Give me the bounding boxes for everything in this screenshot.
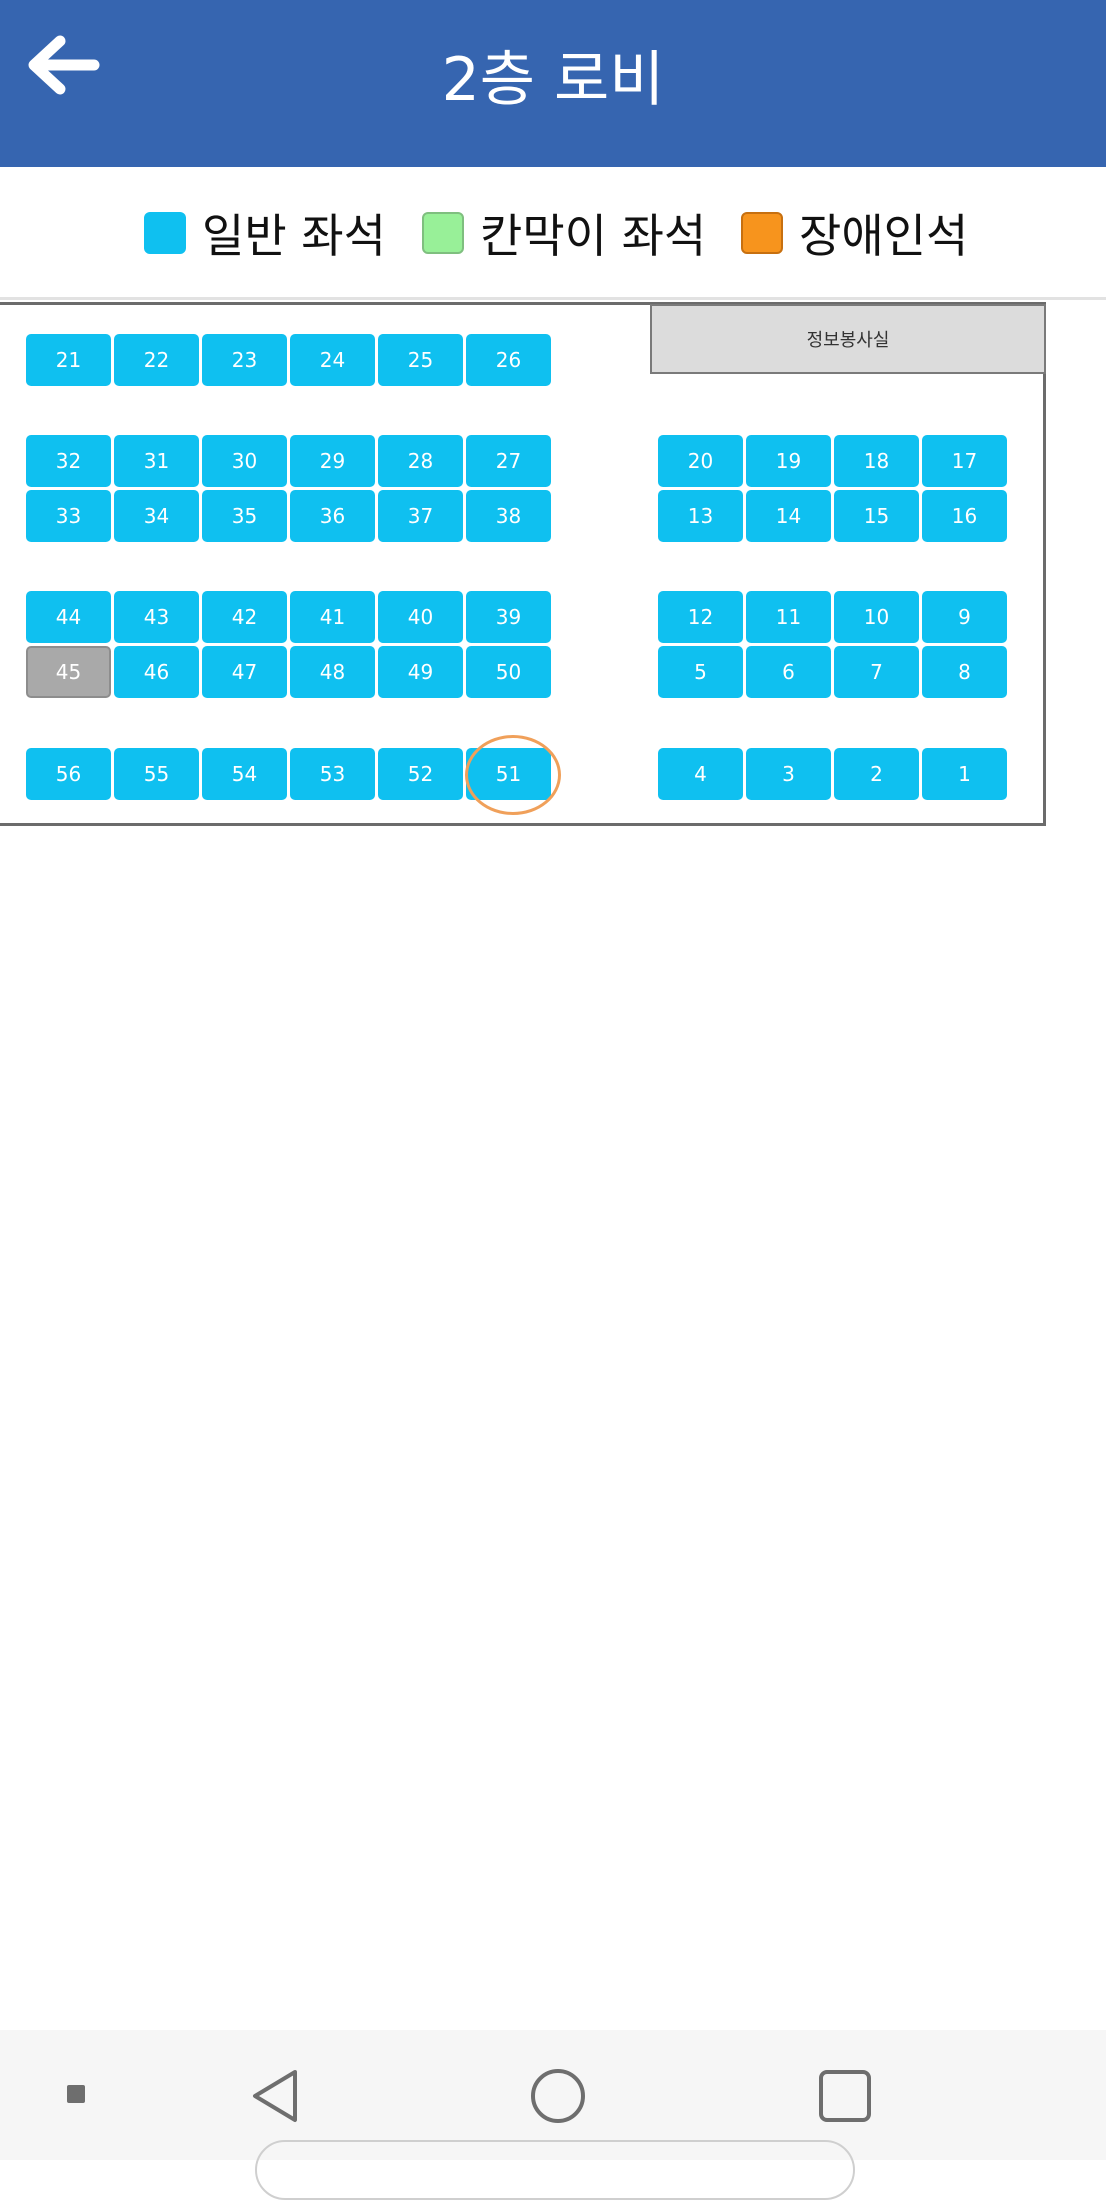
seat-12[interactable]: 12 [658, 591, 743, 643]
nav-back-button[interactable] [240, 2066, 310, 2126]
seat-legend: 일반 좌석 칸막이 좌석 장애인석 [0, 167, 1106, 297]
seat-53[interactable]: 53 [290, 748, 375, 800]
seat-55[interactable]: 55 [114, 748, 199, 800]
seat-13[interactable]: 13 [658, 490, 743, 542]
seat-33[interactable]: 33 [26, 490, 111, 542]
seat-36[interactable]: 36 [290, 490, 375, 542]
seat-24[interactable]: 24 [290, 334, 375, 386]
seat-4[interactable]: 4 [658, 748, 743, 800]
seat-16[interactable]: 16 [922, 490, 1007, 542]
menu-dot-button[interactable] [56, 2074, 96, 2114]
seat-45[interactable]: 45 [26, 646, 111, 698]
seat-46[interactable]: 46 [114, 646, 199, 698]
seat-30[interactable]: 30 [202, 435, 287, 487]
seat-7[interactable]: 7 [834, 646, 919, 698]
seat-27[interactable]: 27 [466, 435, 551, 487]
seat-25[interactable]: 25 [378, 334, 463, 386]
seat-29[interactable]: 29 [290, 435, 375, 487]
legend-partition-seat: 칸막이 좌석 [422, 205, 706, 263]
seat-32[interactable]: 32 [26, 435, 111, 487]
menu-dot-icon [67, 2085, 85, 2103]
legend-general-seat: 일반 좌석 [144, 205, 386, 263]
accessible-seat-swatch [741, 212, 783, 254]
seat-41[interactable]: 41 [290, 591, 375, 643]
divider [0, 297, 1106, 300]
seat-6[interactable]: 6 [746, 646, 831, 698]
room-label: 정보봉사실 [806, 330, 890, 351]
seat-10[interactable]: 10 [834, 591, 919, 643]
seat-17[interactable]: 17 [922, 435, 1007, 487]
seat-18[interactable]: 18 [834, 435, 919, 487]
legend-label: 일반 좌석 [202, 209, 386, 263]
partition-seat-swatch [422, 212, 464, 254]
seat-50[interactable]: 50 [466, 646, 551, 698]
seat-42[interactable]: 42 [202, 591, 287, 643]
gesture-handle [255, 2140, 855, 2200]
home-circle-icon [531, 2069, 585, 2123]
seat-43[interactable]: 43 [114, 591, 199, 643]
seat-22[interactable]: 22 [114, 334, 199, 386]
seat-51[interactable]: 51 [466, 748, 551, 800]
seat-49[interactable]: 49 [378, 646, 463, 698]
seat-37[interactable]: 37 [378, 490, 463, 542]
seat-9[interactable]: 9 [922, 591, 1007, 643]
seat-40[interactable]: 40 [378, 591, 463, 643]
legend-label: 칸막이 좌석 [480, 209, 707, 263]
seat-31[interactable]: 31 [114, 435, 199, 487]
back-triangle-icon [253, 2070, 297, 2122]
seat-34[interactable]: 34 [114, 490, 199, 542]
seat-56[interactable]: 56 [26, 748, 111, 800]
seat-11[interactable]: 11 [746, 591, 831, 643]
general-seat-swatch [144, 212, 186, 254]
seat-14[interactable]: 14 [746, 490, 831, 542]
arrow-left-icon [28, 35, 100, 95]
seat-20[interactable]: 20 [658, 435, 743, 487]
seat-1[interactable]: 1 [922, 748, 1007, 800]
nav-recents-button[interactable] [812, 2066, 878, 2126]
seat-26[interactable]: 26 [466, 334, 551, 386]
seat-3[interactable]: 3 [746, 748, 831, 800]
seat-48[interactable]: 48 [290, 646, 375, 698]
seat-2[interactable]: 2 [834, 748, 919, 800]
back-button[interactable] [24, 30, 104, 100]
seat-19[interactable]: 19 [746, 435, 831, 487]
seat-44[interactable]: 44 [26, 591, 111, 643]
seat-52[interactable]: 52 [378, 748, 463, 800]
nav-home-button[interactable] [525, 2066, 591, 2126]
seat-54[interactable]: 54 [202, 748, 287, 800]
seat-23[interactable]: 23 [202, 334, 287, 386]
info-service-room: 정보봉사실 [650, 304, 1046, 374]
seat-8[interactable]: 8 [922, 646, 1007, 698]
seat-21[interactable]: 21 [26, 334, 111, 386]
seat-38[interactable]: 38 [466, 490, 551, 542]
legend-label: 장애인석 [799, 209, 969, 263]
seat-35[interactable]: 35 [202, 490, 287, 542]
page-title: 2층 로비 [441, 45, 665, 115]
seat-15[interactable]: 15 [834, 490, 919, 542]
recents-square-icon [819, 2070, 871, 2122]
legend-accessible-seat: 장애인석 [741, 205, 968, 263]
seat-39[interactable]: 39 [466, 591, 551, 643]
seat-47[interactable]: 47 [202, 646, 287, 698]
seat-5[interactable]: 5 [658, 646, 743, 698]
seat-28[interactable]: 28 [378, 435, 463, 487]
